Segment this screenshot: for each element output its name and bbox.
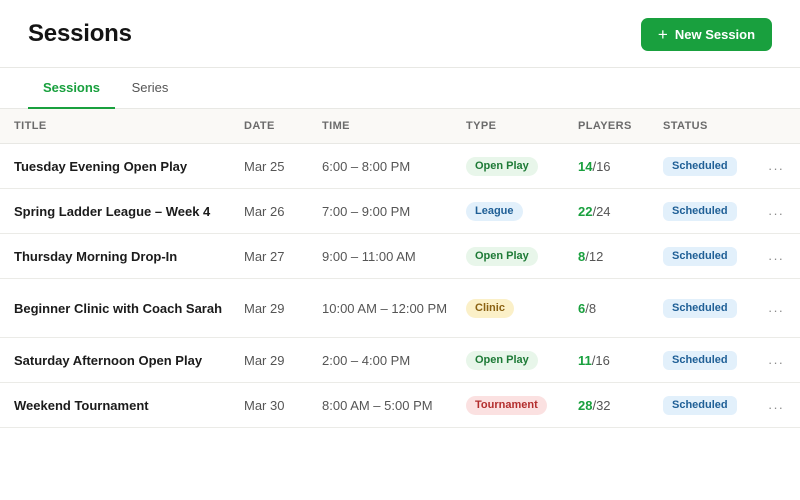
session-type-badge: Open Play [466,246,538,266]
session-date: Mar 29 [244,300,285,316]
session-type-badge: League [466,201,523,221]
tab-sessions[interactable]: Sessions [28,68,115,109]
session-type-cell: Open Play [466,338,576,382]
players-capacity: /24 [592,203,611,219]
table-row[interactable]: Weekend Tournament Mar 30 8:00 AM – 5:00 P… [0,383,800,428]
players-registered: 11 [578,352,592,368]
session-title[interactable]: Thursday Morning Drop-In [14,234,234,278]
row-actions-cell: ··· [768,234,788,278]
more-options-icon[interactable]: ··· [768,355,784,370]
new-session-button[interactable]: + New Session [641,18,772,51]
table-row[interactable]: Spring Ladder League – Week 4 Mar 26 7:00 … [0,189,800,234]
session-players: 6/8 [578,279,658,337]
session-date: Mar 26 [244,203,285,219]
column-header-players[interactable]: PLAYERS [578,109,632,144]
session-date: Mar 29 [244,352,285,368]
players-registered: 22 [578,203,593,219]
session-status-cell: Scheduled [663,279,758,337]
session-type-badge: Clinic [466,298,514,318]
more-options-icon[interactable]: ··· [768,161,784,176]
session-time: 10:00 AM – 12:00 PM [322,300,448,316]
session-status-cell: Scheduled [663,144,758,188]
table-row[interactable]: Tuesday Evening Open Play Mar 25 6:00 – 8:… [0,144,800,189]
status-badge: Scheduled [663,246,737,266]
session-title[interactable]: Saturday Afternoon Open Play [14,338,234,382]
session-status-cell: Scheduled [663,383,758,427]
page-header: Sessions + New Session [0,0,800,68]
table-row[interactable]: Thursday Morning Drop-In Mar 27 9:00 – 11:… [0,234,800,279]
table-row[interactable]: Saturday Afternoon Open Play Mar 29 2:00 –… [0,338,800,383]
tab-series[interactable]: Series [120,68,180,109]
session-title[interactable]: Spring Ladder League – Week 4 [14,189,234,233]
session-type-cell: Tournament [466,383,576,427]
session-players: 14/16 [578,144,658,188]
row-actions-cell: ··· [768,189,788,233]
session-players: 28/32 [578,383,658,427]
status-badge: Scheduled [663,395,737,415]
session-type-badge: Open Play [466,350,538,370]
tab-bar: Sessions Series [0,68,800,109]
session-players: 11/16 [578,338,658,382]
session-date: Mar 27 [244,248,285,264]
players-capacity: /32 [592,397,611,413]
row-actions-cell: ··· [768,279,788,337]
session-time: 2:00 – 4:00 PM [322,352,411,368]
session-type-cell: Clinic [466,279,576,337]
session-type-cell: League [466,189,576,233]
row-actions-cell: ··· [768,144,788,188]
session-date: Mar 25 [244,158,285,174]
column-header-status[interactable]: STATUS [663,109,708,144]
session-type-badge: Tournament [466,395,547,415]
status-badge: Scheduled [663,298,737,318]
session-status-cell: Scheduled [663,234,758,278]
session-time: 6:00 – 8:00 PM [322,158,411,174]
status-badge: Scheduled [663,201,737,221]
session-time: 9:00 – 11:00 AM [322,248,416,264]
table-header: TITLE DATE TIME TYPE PLAYERS STATUS [0,109,800,144]
players-registered: 14 [578,158,593,174]
session-time: 8:00 AM – 5:00 PM [322,397,433,413]
column-header-type[interactable]: TYPE [466,109,496,144]
players-registered: 8 [578,248,586,264]
more-options-icon[interactable]: ··· [768,400,784,415]
session-title[interactable]: Weekend Tournament [14,383,234,427]
session-date: Mar 30 [244,397,285,413]
table-row[interactable]: Beginner Clinic with Coach Sarah Mar 29 10… [0,279,800,338]
page-title: Sessions [28,20,132,47]
status-badge: Scheduled [663,350,737,370]
more-options-icon[interactable]: ··· [768,303,784,318]
session-type-cell: Open Play [466,234,576,278]
players-capacity: /8 [585,300,597,316]
more-options-icon[interactable]: ··· [768,206,784,221]
row-actions-cell: ··· [768,338,788,382]
session-time: 7:00 – 9:00 PM [322,203,411,219]
column-header-title[interactable]: TITLE [14,109,234,144]
more-options-icon[interactable]: ··· [768,251,784,266]
session-status-cell: Scheduled [663,338,758,382]
session-title[interactable]: Beginner Clinic with Coach Sarah [14,279,234,337]
column-header-date[interactable]: DATE [244,109,275,144]
session-status-cell: Scheduled [663,189,758,233]
players-capacity: /16 [591,352,610,368]
players-capacity: /16 [592,158,611,174]
row-actions-cell: ··· [768,383,788,427]
session-type-cell: Open Play [466,144,576,188]
column-header-time[interactable]: TIME [322,109,350,144]
status-badge: Scheduled [663,156,737,176]
session-type-badge: Open Play [466,156,538,176]
players-registered: 6 [578,300,586,316]
session-title[interactable]: Tuesday Evening Open Play [14,144,234,188]
plus-icon: + [657,24,668,44]
session-players: 8/12 [578,234,658,278]
new-session-label: New Session [674,27,756,42]
players-registered: 28 [578,397,593,413]
players-capacity: /12 [585,248,604,264]
session-players: 22/24 [578,189,658,233]
